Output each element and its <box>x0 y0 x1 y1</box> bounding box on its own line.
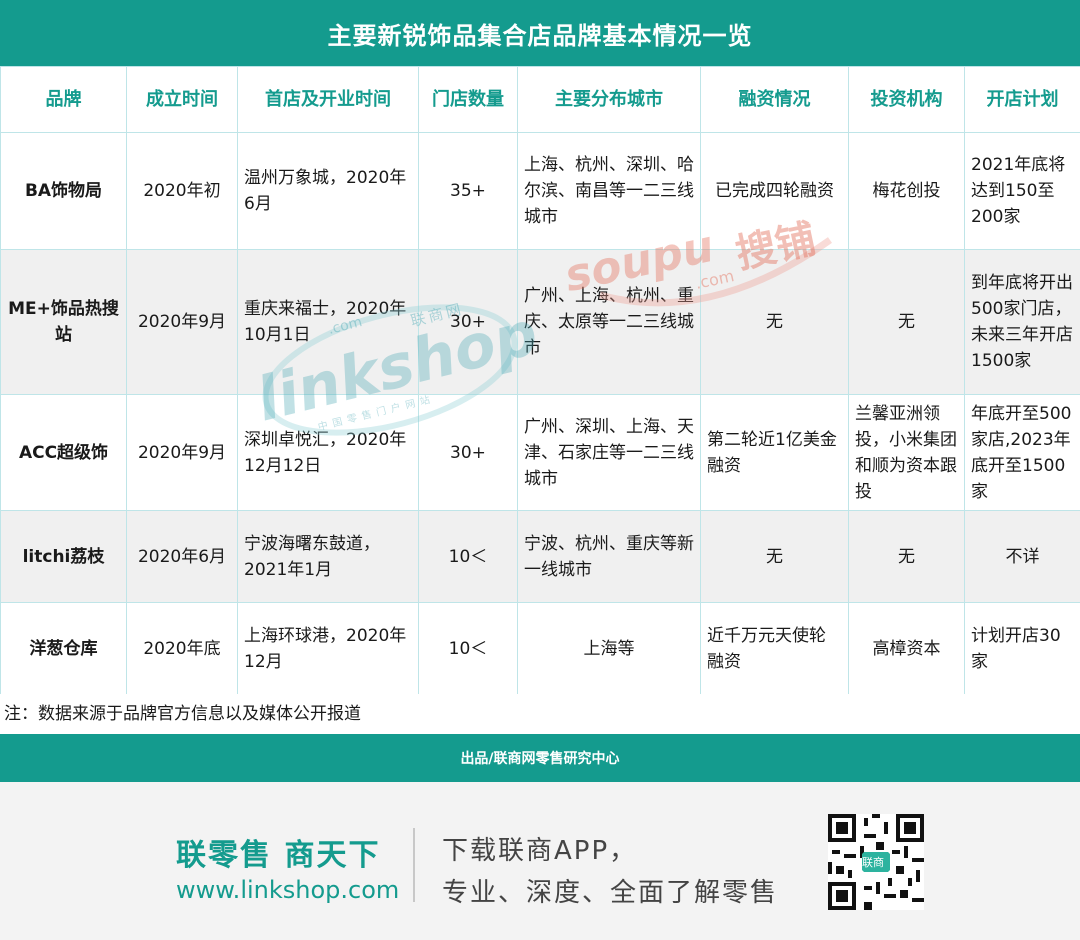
cell-brand: litchi荔枝 <box>0 510 127 603</box>
qr-logo-label: 联商 <box>862 856 884 869</box>
cell-founded: 2020年9月 <box>126 394 238 511</box>
cell-store-count: 30+ <box>418 249 518 395</box>
cell-founded: 2020年初 <box>126 132 238 250</box>
cell-investors: 兰馨亚洲领投，小米集团和顺为资本跟投 <box>848 394 965 511</box>
cell-founded: 2020年6月 <box>126 510 238 603</box>
cell-store-count: 35+ <box>418 132 518 250</box>
footer-slogan: 联零售 商天下 <box>176 838 381 873</box>
footer-url[interactable]: www.linkshop.com <box>176 876 399 904</box>
cell-cities: 广州、上海、杭州、重庆、太原等一二三线城市 <box>517 249 701 395</box>
cell-brand: 洋葱仓库 <box>0 602 127 695</box>
header-cities: 主要分布城市 <box>517 66 701 133</box>
cell-store-count: 30+ <box>418 394 518 511</box>
header-plan: 开店计划 <box>964 66 1080 133</box>
table-header-row: 品牌 成立时间 首店及开业时间 门店数量 主要分布城市 融资情况 投资机构 开店… <box>0 66 1080 133</box>
cell-plan: 年底开至500家店,2023年底开至1500家 <box>964 394 1080 511</box>
footer-divider <box>413 828 415 902</box>
cell-first-store: 深圳卓悦汇，2020年12月12日 <box>237 394 419 511</box>
cell-funding: 第二轮近1亿美金融资 <box>700 394 849 511</box>
table-row: ME+饰品热搜站 2020年9月 重庆来福士，2020年10月1日 30+ 广州… <box>0 249 1080 395</box>
cell-investors: 高樟资本 <box>848 602 965 695</box>
cell-plan: 到年底将开出500家门店，未来三年开店1500家 <box>964 249 1080 395</box>
header-store-count: 门店数量 <box>418 66 518 133</box>
qr-code-icon[interactable]: 联商 <box>828 814 924 910</box>
header-brand: 品牌 <box>0 66 127 133</box>
cell-founded: 2020年底 <box>126 602 238 695</box>
cell-store-count: 10＜ <box>418 510 518 603</box>
cell-cities: 广州、深圳、上海、天津、石家庄等一二三线城市 <box>517 394 701 511</box>
header-funding: 融资情况 <box>700 66 849 133</box>
cell-funding: 无 <box>700 249 849 395</box>
cell-plan: 不详 <box>964 510 1080 603</box>
source-note: 注：数据来源于品牌官方信息以及媒体公开报道 <box>0 694 1080 734</box>
header-investors: 投资机构 <box>848 66 965 133</box>
cell-investors: 无 <box>848 249 965 395</box>
footer-download-line1: 下载联商APP， <box>442 836 638 866</box>
cell-first-store: 上海环球港，2020年12月 <box>237 602 419 695</box>
cell-brand: ME+饰品热搜站 <box>0 249 127 395</box>
cell-store-count: 10＜ <box>418 602 518 695</box>
cell-plan: 计划开店30家 <box>964 602 1080 695</box>
cell-brand: BA饰物局 <box>0 132 127 250</box>
cell-plan: 2021年底将达到150至200家 <box>964 132 1080 250</box>
page-title: 主要新锐饰品集合店品牌基本情况一览 <box>0 0 1080 66</box>
cell-first-store: 温州万象城，2020年6月 <box>237 132 419 250</box>
cell-funding: 近千万元天使轮融资 <box>700 602 849 695</box>
cell-brand: ACC超级饰 <box>0 394 127 511</box>
brand-table: 品牌 成立时间 首店及开业时间 门店数量 主要分布城市 融资情况 投资机构 开店… <box>0 66 1080 695</box>
cell-first-store: 重庆来福士，2020年10月1日 <box>237 249 419 395</box>
cell-first-store: 宁波海曙东鼓道，2021年1月 <box>237 510 419 603</box>
cell-cities: 上海等 <box>517 602 701 695</box>
cell-investors: 梅花创投 <box>848 132 965 250</box>
header-founded: 成立时间 <box>126 66 238 133</box>
cell-funding: 无 <box>700 510 849 603</box>
credit-bar: 出品/联商网零售研究中心 <box>0 734 1080 782</box>
table-row: 洋葱仓库 2020年底 上海环球港，2020年12月 10＜ 上海等 近千万元天… <box>0 602 1080 695</box>
footer-download-line2: 专业、深度、全面了解零售 <box>442 878 779 908</box>
footer-banner: 联零售 商天下 www.linkshop.com 下载联商APP， 专业、深度、… <box>0 782 1080 940</box>
header-first-store: 首店及开业时间 <box>237 66 419 133</box>
cell-founded: 2020年9月 <box>126 249 238 395</box>
cell-cities: 宁波、杭州、重庆等新一线城市 <box>517 510 701 603</box>
cell-cities: 上海、杭州、深圳、哈尔滨、南昌等一二三线城市 <box>517 132 701 250</box>
cell-investors: 无 <box>848 510 965 603</box>
cell-funding: 已完成四轮融资 <box>700 132 849 250</box>
table-row: litchi荔枝 2020年6月 宁波海曙东鼓道，2021年1月 10＜ 宁波、… <box>0 510 1080 603</box>
table-row: BA饰物局 2020年初 温州万象城，2020年6月 35+ 上海、杭州、深圳、… <box>0 132 1080 250</box>
table-row: ACC超级饰 2020年9月 深圳卓悦汇，2020年12月12日 30+ 广州、… <box>0 394 1080 511</box>
